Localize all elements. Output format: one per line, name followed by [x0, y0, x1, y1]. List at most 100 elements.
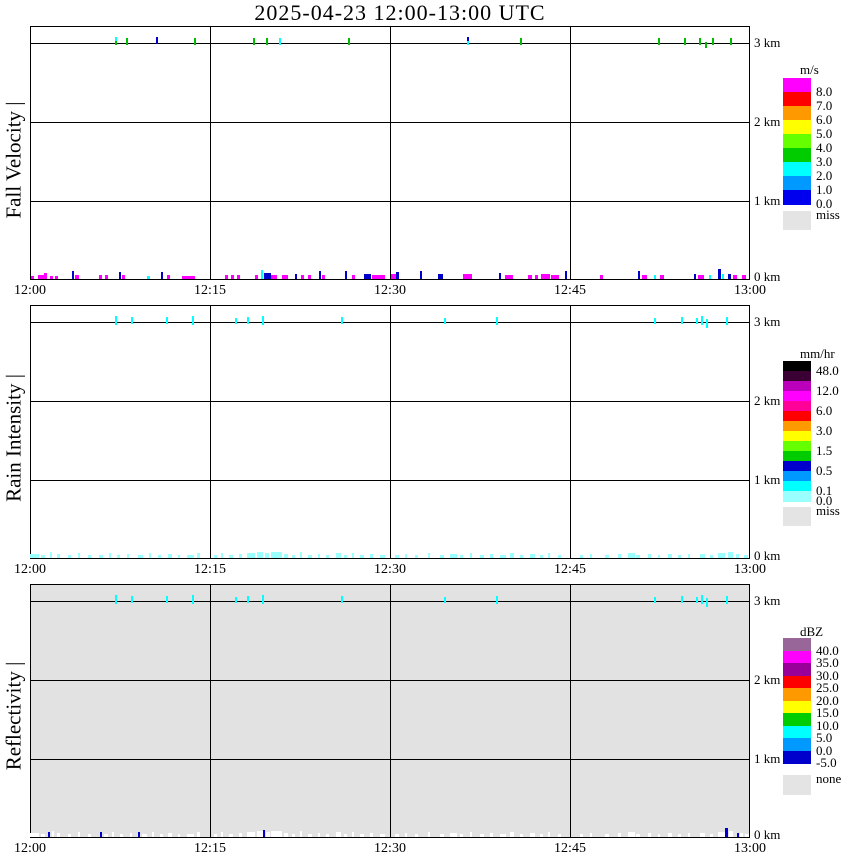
data-mark-surface: [48, 832, 50, 837]
altitude-label: 2 km: [754, 393, 780, 409]
colorbar-title: mm/hr: [800, 346, 835, 362]
data-mark-surface: [318, 833, 320, 837]
data-mark-surface: [688, 554, 690, 558]
data-mark-surface: [729, 831, 733, 837]
colorbar-segment: [783, 461, 811, 472]
data-tick-3km: [131, 317, 133, 324]
colorbar-segment: [783, 148, 811, 163]
data-mark-surface: [740, 833, 743, 837]
gridline-time-2: [570, 26, 571, 280]
data-mark-surface: [500, 555, 506, 558]
colorbar-segment: [783, 713, 811, 726]
data-mark-surface: [147, 276, 150, 279]
data-mark-surface: [167, 275, 170, 279]
data-mark-surface: [352, 832, 354, 837]
data-mark-surface: [722, 274, 724, 279]
data-mark-surface: [72, 271, 74, 279]
data-tick-3km: [115, 41, 117, 45]
data-mark-surface: [744, 555, 748, 558]
data-mark-surface: [138, 832, 140, 837]
data-tick-3km: [696, 318, 698, 324]
data-mark-surface: [480, 834, 484, 837]
data-mark-surface: [415, 834, 418, 837]
data-mark-surface: [530, 833, 535, 837]
data-mark-surface: [31, 276, 34, 279]
data-mark-surface: [122, 275, 125, 279]
data-tick-3km: [696, 597, 698, 603]
data-mark-surface: [41, 555, 45, 558]
data-mark-surface: [105, 275, 108, 279]
data-mark-surface: [41, 834, 45, 837]
data-mark-surface: [480, 555, 484, 558]
data-tick-3km: [156, 37, 158, 44]
data-mark-surface: [745, 834, 749, 837]
time-label: 12:15: [194, 841, 226, 857]
data-tick-3km: [467, 41, 469, 45]
data-tick-3km: [262, 595, 264, 604]
data-mark-surface: [654, 275, 656, 279]
colorbar-segment: [783, 134, 811, 149]
colorbar-segment: [783, 361, 811, 372]
colorbar-segment: [783, 106, 811, 121]
data-mark-surface: [57, 554, 60, 558]
data-mark-surface: [271, 831, 282, 837]
data-tick-3km: [262, 316, 264, 325]
colorbar-value-label: 1.5: [816, 443, 832, 459]
colorbar-value-label: -5.0: [816, 755, 837, 771]
data-mark-surface: [415, 555, 418, 558]
data-mark-surface: [237, 275, 240, 279]
time-label: 12:15: [194, 562, 226, 578]
data-mark-surface: [255, 275, 258, 279]
gridline-time-2: [570, 305, 571, 559]
data-tick-3km: [681, 317, 683, 324]
data-mark-surface: [678, 834, 681, 837]
data-mark-surface: [580, 834, 583, 837]
data-mark-surface: [558, 555, 561, 558]
data-mark-surface: [700, 833, 705, 837]
data-mark-surface: [710, 834, 713, 837]
data-mark-surface: [99, 555, 103, 558]
data-mark-surface: [225, 275, 228, 279]
data-mark-surface: [548, 553, 550, 558]
data-mark-surface: [440, 834, 444, 837]
gridline-time-1: [390, 26, 391, 280]
data-tick-3km: [444, 318, 446, 324]
data-mark-surface: [658, 834, 660, 837]
data-mark-surface: [127, 554, 129, 558]
data-tick-3km: [192, 595, 194, 604]
data-mark-surface: [187, 834, 194, 837]
data-mark-surface: [168, 833, 172, 837]
data-mark-surface: [565, 271, 567, 279]
data-tick-3km: [266, 38, 268, 45]
altitude-label: 3 km: [754, 314, 780, 330]
data-mark-surface: [460, 834, 463, 837]
data-mark-surface: [265, 553, 269, 558]
data-mark-surface: [52, 831, 54, 837]
data-mark-surface: [247, 553, 255, 558]
data-mark-surface: [736, 554, 739, 558]
data-tick-3km: [726, 596, 728, 604]
data-mark-surface: [648, 554, 651, 558]
data-mark-surface: [182, 276, 195, 279]
data-mark-surface: [360, 555, 364, 558]
gridline-time-0: [210, 305, 211, 559]
data-mark-surface: [364, 274, 371, 279]
data-mark-surface: [590, 554, 592, 558]
colorbar-missing-swatch: [783, 211, 811, 230]
data-mark-surface: [668, 554, 672, 558]
data-mark-surface: [149, 553, 151, 558]
colorbar-segment: [783, 401, 811, 412]
time-label: 12:30: [374, 283, 406, 299]
data-mark-surface: [221, 832, 223, 837]
data-mark-surface: [336, 553, 341, 558]
time-label: 13:00: [734, 562, 766, 578]
data-mark-surface: [117, 555, 120, 558]
data-tick-3km: [247, 317, 249, 324]
data-mark-surface: [231, 275, 234, 279]
data-mark-surface: [158, 555, 161, 558]
data-mark-surface: [239, 833, 242, 837]
colorbar-missing-swatch: [783, 775, 811, 795]
colorbar-segment: [783, 726, 811, 739]
data-mark-surface: [490, 554, 493, 558]
data-mark-surface: [292, 834, 295, 837]
